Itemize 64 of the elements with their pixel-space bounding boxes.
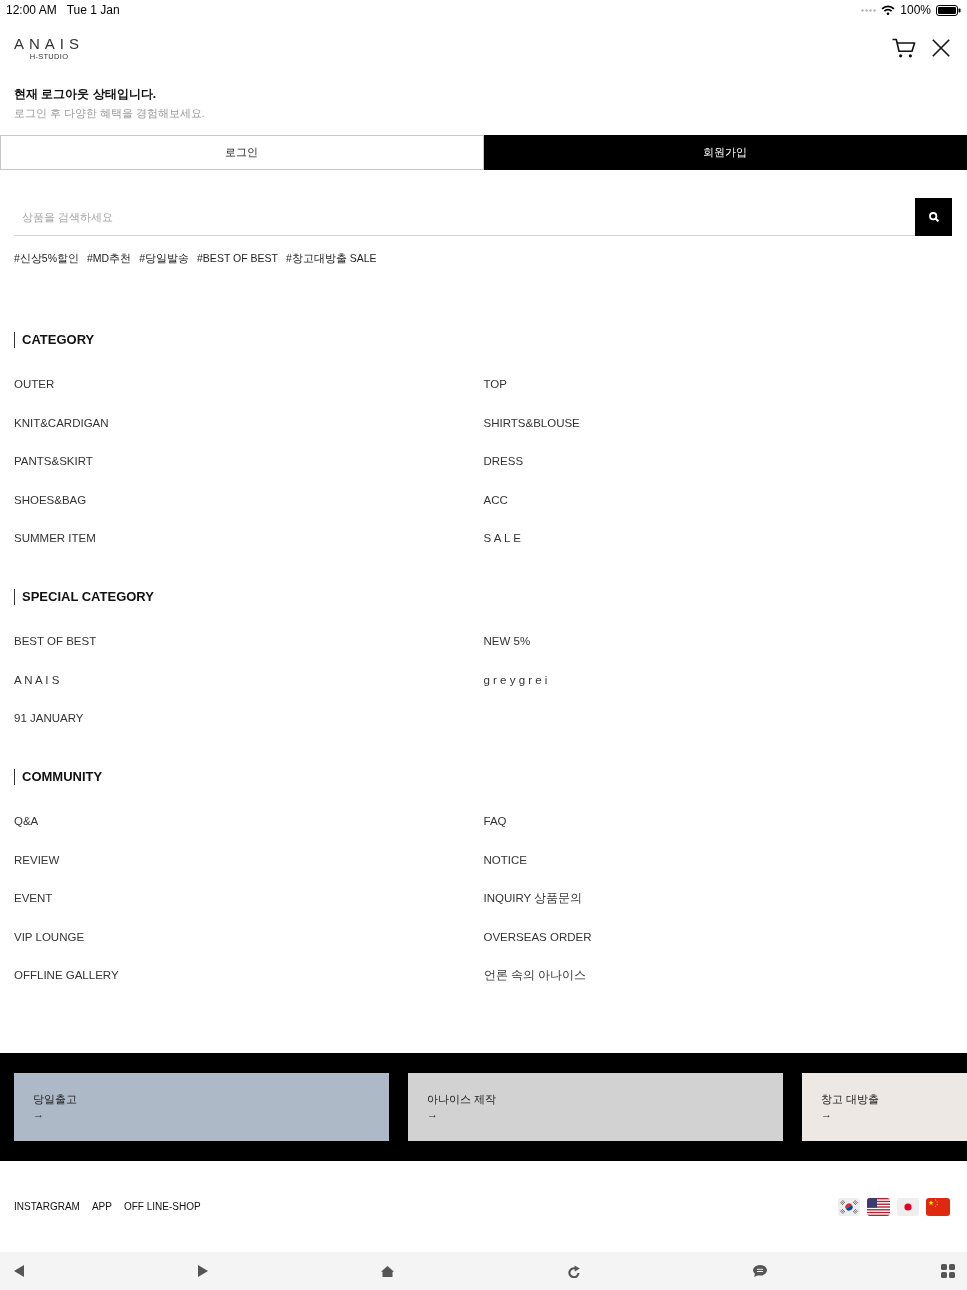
- menu-link[interactable]: DRESS: [483, 453, 524, 469]
- banner-card[interactable]: 창고 대방출 →: [802, 1073, 967, 1141]
- menu-link[interactable]: g r e y g r e i: [483, 671, 548, 688]
- menu-link[interactable]: SUMMER ITEM: [14, 530, 96, 546]
- menu-link[interactable]: OVERSEAS ORDER: [483, 928, 592, 945]
- banner-card[interactable]: 당일출고 →: [14, 1073, 389, 1141]
- forward-icon[interactable]: [197, 1265, 208, 1277]
- japan-flag-icon[interactable]: [897, 1197, 919, 1216]
- china-flag-icon[interactable]: [926, 1197, 950, 1216]
- menu-link[interactable]: BEST OF BEST: [14, 633, 97, 649]
- cart-icon[interactable]: [892, 38, 916, 58]
- hashtag-link[interactable]: #MD추천: [87, 251, 132, 265]
- status-date: Tue 1 Jan: [66, 3, 120, 17]
- menu-link[interactable]: NOTICE: [483, 851, 527, 868]
- logout-status-subtitle: 로그인 후 다양한 혜택을 경험해보세요.: [14, 106, 205, 121]
- grid-icon[interactable]: [940, 1264, 955, 1278]
- chat-icon[interactable]: [753, 1265, 768, 1277]
- battery-icon: [936, 4, 961, 16]
- menu-link[interactable]: 91 JANUARY: [14, 710, 84, 726]
- menu-link[interactable]: REVIEW: [14, 851, 60, 868]
- hashtag-link[interactable]: #창고대방출 SALE: [285, 251, 377, 265]
- wifi-icon: [881, 5, 896, 15]
- banner-card[interactable]: 아나이스 제작 →: [408, 1073, 783, 1141]
- section-heading: CATEGORY: [14, 332, 95, 348]
- footer-link[interactable]: APP: [91, 1201, 112, 1212]
- menu-link[interactable]: FAQ: [483, 813, 507, 829]
- hashtag-link[interactable]: #BEST OF BEST: [197, 251, 278, 265]
- menu-link[interactable]: INQUIRY 상품문의: [483, 890, 583, 906]
- menu-link[interactable]: PANTS&SKIRT: [14, 453, 93, 469]
- menu-link[interactable]: SHIRTS&BLOUSE: [483, 414, 580, 431]
- menu-link[interactable]: EVENT: [14, 890, 53, 906]
- battery-percent: 100%: [900, 3, 931, 17]
- login-button[interactable]: 로그인: [0, 135, 484, 170]
- menu-link[interactable]: KNIT&CARDIGAN: [14, 414, 109, 431]
- menu-link[interactable]: OFFLINE GALLERY: [14, 967, 119, 983]
- status-time: 12:00 AM: [6, 3, 57, 17]
- menu-link[interactable]: A N A I S: [14, 671, 60, 688]
- search-icon: [928, 212, 939, 222]
- menu-link[interactable]: OUTER: [14, 376, 55, 392]
- logout-status-title: 현재 로그아웃 상태입니다.: [14, 86, 156, 103]
- signal-icon: [861, 8, 877, 12]
- back-icon[interactable]: [14, 1265, 24, 1277]
- menu-link[interactable]: Q&A: [14, 813, 39, 829]
- menu-link[interactable]: NEW 5%: [483, 633, 531, 649]
- refresh-icon[interactable]: [567, 1264, 580, 1278]
- close-icon[interactable]: [932, 39, 950, 57]
- menu-link[interactable]: TOP: [483, 376, 507, 392]
- menu-link[interactable]: ACC: [483, 491, 508, 508]
- logo-text: ANAIS: [14, 35, 84, 52]
- signup-button[interactable]: 회원가입: [483, 135, 967, 170]
- footer-link[interactable]: INSTARGRAM: [14, 1201, 80, 1212]
- menu-link[interactable]: 언론 속의 아나이스: [483, 967, 586, 983]
- footer-link[interactable]: OFF LINE-SHOP: [123, 1201, 201, 1212]
- hashtag-link[interactable]: #당일발송: [139, 251, 190, 265]
- menu-link[interactable]: SHOES&BAG: [14, 491, 87, 508]
- usa-flag-icon[interactable]: [867, 1197, 890, 1216]
- section-heading: COMMUNITY: [14, 769, 103, 785]
- home-icon[interactable]: [381, 1265, 395, 1277]
- menu-link[interactable]: VIP LOUNGE: [14, 928, 85, 945]
- hashtag-link[interactable]: #신상5%할인: [14, 251, 79, 265]
- menu-link[interactable]: S A L E: [483, 530, 521, 546]
- korea-flag-icon[interactable]: [838, 1197, 860, 1216]
- section-heading: SPECIAL CATEGORY: [14, 589, 154, 605]
- search-button[interactable]: [915, 198, 952, 236]
